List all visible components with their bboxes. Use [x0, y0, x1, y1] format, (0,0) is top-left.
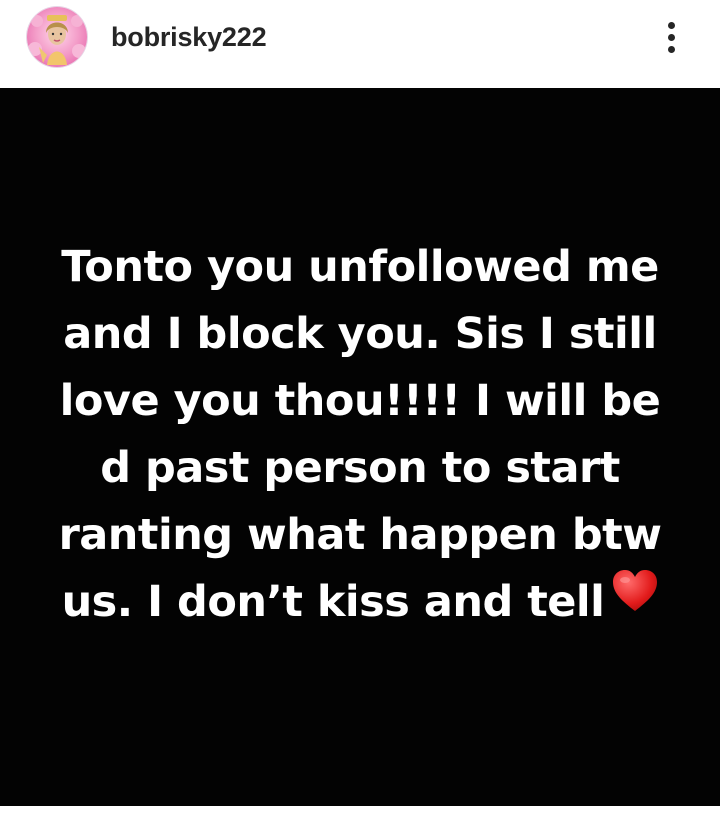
post-caption: Tonto you unfollowed me and I block you.… — [0, 234, 720, 636]
caption-line: d past person to start — [100, 443, 620, 493]
more-dot — [668, 46, 675, 53]
post-header: bobrisky222 — [0, 0, 720, 88]
caption-line: us. I don’t kiss and tell — [61, 577, 605, 627]
red-heart-icon — [612, 566, 658, 633]
more-dot — [668, 34, 675, 41]
caption-line: and I block you. Sis I still — [63, 309, 657, 359]
caption-line: love you thou!!!! I will be — [59, 376, 661, 426]
caption-last-line: us. I don’t kiss and tell — [0, 569, 720, 636]
more-dot — [668, 22, 675, 29]
post-image: Tonto you unfollowed me and I block you.… — [0, 88, 720, 806]
username[interactable]: bobrisky222 — [111, 21, 267, 53]
more-vertical-icon[interactable] — [655, 14, 689, 60]
caption-line: Tonto you unfollowed me — [61, 242, 659, 292]
profile-avatar-icon[interactable] — [27, 7, 87, 67]
caption-line: ranting what happen btw — [58, 510, 662, 560]
post-footer — [0, 806, 720, 824]
